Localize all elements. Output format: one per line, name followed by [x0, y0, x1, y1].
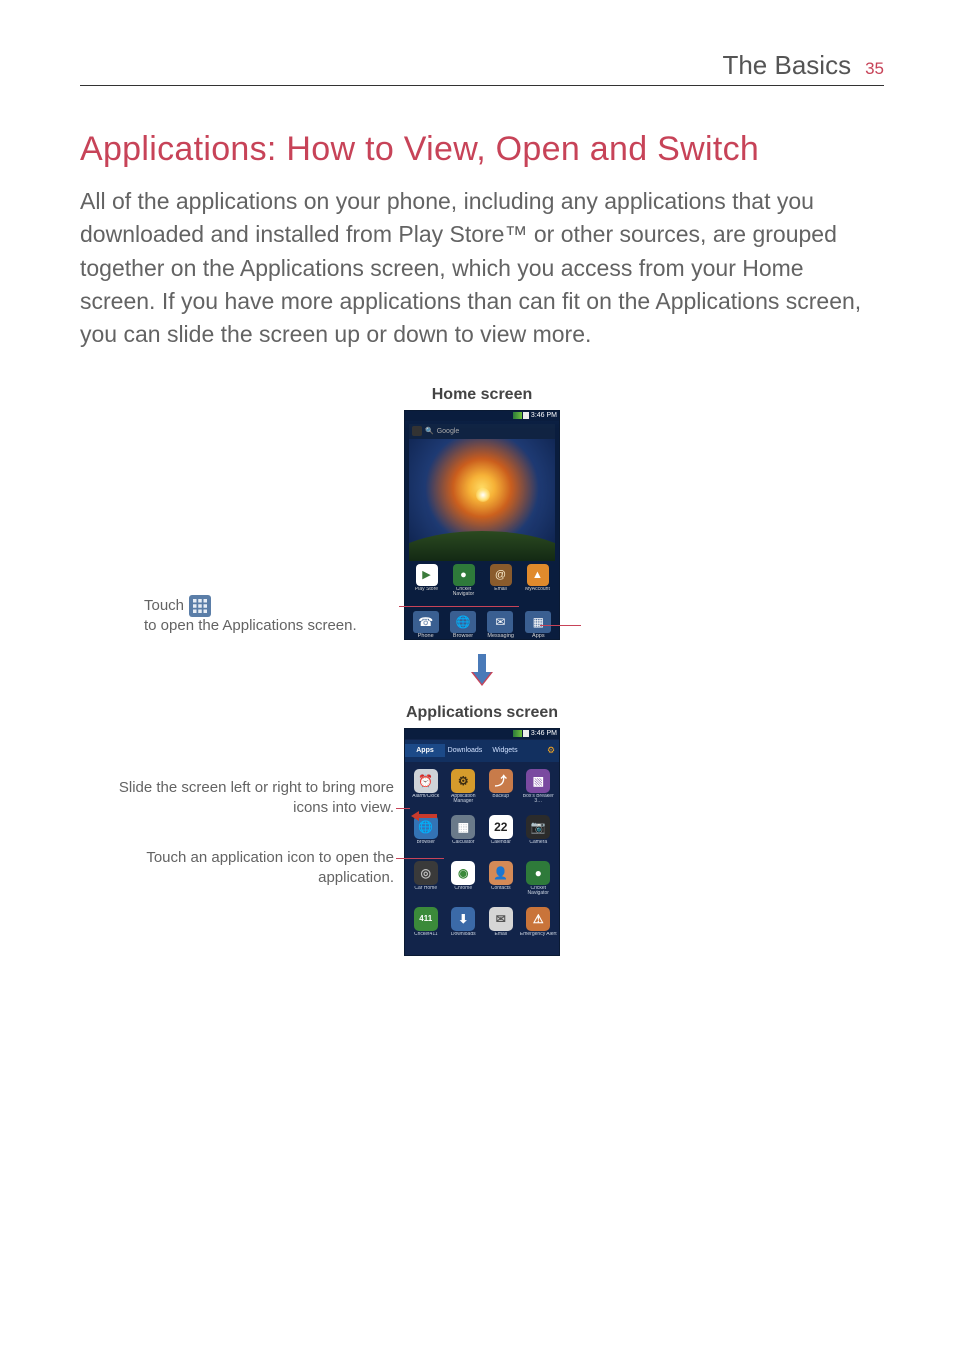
app-cricket411[interactable]: 411Cricket411 [407, 905, 445, 951]
home-screen-figure: 3:46 PM 🔍 Google ▶Play Store●Cricket Nav… [404, 410, 560, 640]
home-app-cricket-navigator[interactable]: ●Cricket Navigator [448, 564, 480, 597]
callout-touch-apps: Touch to open the Applications screen. [144, 595, 396, 634]
app-calculator[interactable]: ▦Calculator [445, 813, 483, 859]
app-calendar[interactable]: 22Calendar [482, 813, 520, 859]
app-cricket-navigator[interactable]: ●Cricket Navigator [520, 859, 558, 905]
callout-leader [540, 625, 580, 626]
page-title: Applications: How to View, Open and Swit… [80, 130, 884, 169]
section-title: The Basics [722, 50, 851, 81]
app-application-manager[interactable]: ⚙Application Manager [445, 767, 483, 813]
tab-widgets[interactable]: Widgets [485, 744, 525, 757]
battery-icon [523, 412, 529, 419]
app-camera[interactable]: 📷Camera [520, 813, 558, 859]
callout-slide: Slide the screen left or right to bring … [94, 778, 394, 819]
status-time: 3:46 PM [531, 730, 557, 737]
home-screen-label: Home screen [432, 386, 533, 404]
home-app-myaccount[interactable]: ▲MyAccount [522, 564, 554, 597]
slide-arrow-icon [411, 811, 437, 821]
signal-icon [513, 730, 522, 737]
app-chrome[interactable]: ◉Chrome [445, 859, 483, 905]
mic-icon [412, 426, 422, 436]
applications-screen-figure: 3:46 PM Apps Downloads Widgets ⚙ ⏰Alarm/… [404, 728, 560, 956]
home-icon-row: ▶Play Store●Cricket Navigator@Email▲MyAc… [405, 564, 559, 597]
app-box-s-breaker-3-[interactable]: ▧Box's Breaker 3… [520, 767, 558, 813]
home-wallpaper [409, 439, 555, 561]
status-time: 3:46 PM [531, 412, 557, 419]
gear-icon[interactable]: ⚙ [543, 745, 559, 756]
dock-phone[interactable]: ☎Phone [413, 611, 439, 639]
intro-paragraph: All of the applications on your phone, i… [80, 185, 884, 352]
google-search-bar[interactable]: 🔍 Google [409, 424, 555, 439]
tab-downloads[interactable]: Downloads [445, 744, 485, 757]
search-placeholder: Google [437, 428, 460, 435]
apps-grid: ⏰Alarm/Clock⚙Application Manager⤴Backup▧… [405, 765, 559, 955]
dock-browser[interactable]: 🌐Browser [450, 611, 476, 639]
dock-messaging[interactable]: ✉Messaging [487, 611, 514, 639]
app-downloads[interactable]: ⬇Downloads [445, 905, 483, 951]
page-header: The Basics 35 [80, 50, 884, 86]
arrow-down-icon [467, 654, 497, 688]
status-bar: 3:46 PM [405, 411, 559, 421]
apps-tab-bar: Apps Downloads Widgets ⚙ [405, 740, 559, 762]
status-bar: 3:46 PM [405, 729, 559, 739]
app-backup[interactable]: ⤴Backup [482, 767, 520, 813]
home-app-play-store[interactable]: ▶Play Store [411, 564, 443, 597]
callout-open-app: Touch an application icon to open the ap… [94, 848, 394, 889]
app-email[interactable]: ✉Email [482, 905, 520, 951]
page-number: 35 [865, 59, 884, 79]
app-alarm-clock[interactable]: ⏰Alarm/Clock [407, 767, 445, 813]
dock-row: ☎Phone🌐Browser✉Messaging▦Apps [405, 611, 559, 639]
app-contacts[interactable]: 👤Contacts [482, 859, 520, 905]
app-car-home[interactable]: ◎Car Home [407, 859, 445, 905]
apps-grid-icon [189, 595, 211, 617]
home-app-email[interactable]: @Email [485, 564, 517, 597]
signal-icon [513, 412, 522, 419]
apps-screen-label: Applications screen [406, 704, 558, 722]
tab-apps[interactable]: Apps [405, 744, 445, 757]
battery-icon [523, 730, 529, 737]
app-emergency-alert[interactable]: ⚠Emergency Alert [520, 905, 558, 951]
